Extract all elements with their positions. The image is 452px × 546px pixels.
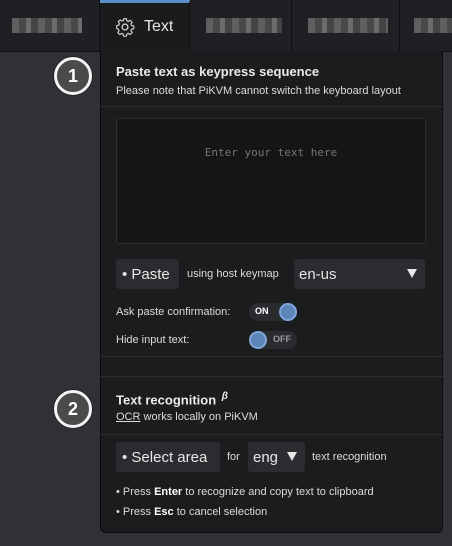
keymap-value: en-us <box>299 265 337 283</box>
tab-label-blurred <box>414 18 452 33</box>
tab-text[interactable]: Text <box>100 0 190 52</box>
enter-key: Enter <box>154 486 183 498</box>
chevron-down-icon <box>407 269 417 278</box>
hide-input-label: Hide input text: <box>116 334 190 346</box>
ocr-note: OCR works locally on PiKVM <box>116 411 258 423</box>
keymap-select[interactable]: en-us <box>294 259 425 289</box>
text-recognition-label: text recognition <box>312 451 387 463</box>
paste-title: Paste text as keypress sequence <box>116 64 320 79</box>
toggle-state: ON <box>255 306 269 316</box>
gear-icon <box>116 18 135 37</box>
toggle-knob <box>279 303 297 321</box>
tab-text-label: Text <box>144 18 174 35</box>
ocr-language-value: eng <box>253 448 279 466</box>
hint-text: • Press <box>116 506 155 518</box>
divider <box>100 356 443 357</box>
for-label: for <box>227 451 240 463</box>
hint-text: • Press <box>116 486 155 498</box>
ocr-language-select[interactable]: eng <box>248 442 305 472</box>
step-2-badge: 2 <box>54 390 92 428</box>
paste-text-input[interactable] <box>116 118 426 244</box>
tab-label-blurred <box>308 18 388 33</box>
ocr-title: Text recognition β <box>116 391 228 407</box>
using-keymap-label: using host keymap <box>187 268 279 280</box>
hint-text: to cancel selection <box>173 506 268 518</box>
ocr-hint-esc: • Press Esc to cancel selection <box>116 506 267 518</box>
divider <box>100 376 443 377</box>
esc-key: Esc <box>154 506 174 518</box>
tab-blurred-2[interactable] <box>190 0 292 52</box>
ocr-link[interactable]: OCR <box>116 411 140 423</box>
hint-text: to recognize and copy text to clipboard <box>182 486 374 498</box>
toggle-state: OFF <box>273 334 291 344</box>
ask-confirm-toggle[interactable]: ON <box>249 303 297 321</box>
hide-input-toggle[interactable]: OFF <box>249 331 297 349</box>
ocr-hint-enter: • Press Enter to recognize and copy text… <box>116 486 374 498</box>
ocr-title-text: Text recognition <box>116 392 217 408</box>
paste-note: Please note that PiKVM cannot switch the… <box>116 85 401 97</box>
paste-button[interactable]: • Paste <box>116 259 179 289</box>
tab-blurred-3[interactable] <box>292 0 400 52</box>
menu-bar: Text <box>0 0 452 52</box>
divider <box>100 106 443 107</box>
ask-confirm-label: Ask paste confirmation: <box>116 306 231 318</box>
tab-blurred-1[interactable] <box>0 0 100 52</box>
divider <box>100 434 443 435</box>
beta-badge: β <box>221 391 228 402</box>
tab-blurred-4[interactable] <box>400 0 452 52</box>
tab-label-blurred <box>12 18 82 33</box>
tab-label-blurred <box>206 18 282 33</box>
chevron-down-icon <box>287 452 297 461</box>
toggle-knob <box>249 331 267 349</box>
ocr-note-rest: works locally on PiKVM <box>140 411 258 423</box>
step-1-badge: 1 <box>54 57 92 95</box>
select-area-button[interactable]: • Select area <box>116 442 220 472</box>
